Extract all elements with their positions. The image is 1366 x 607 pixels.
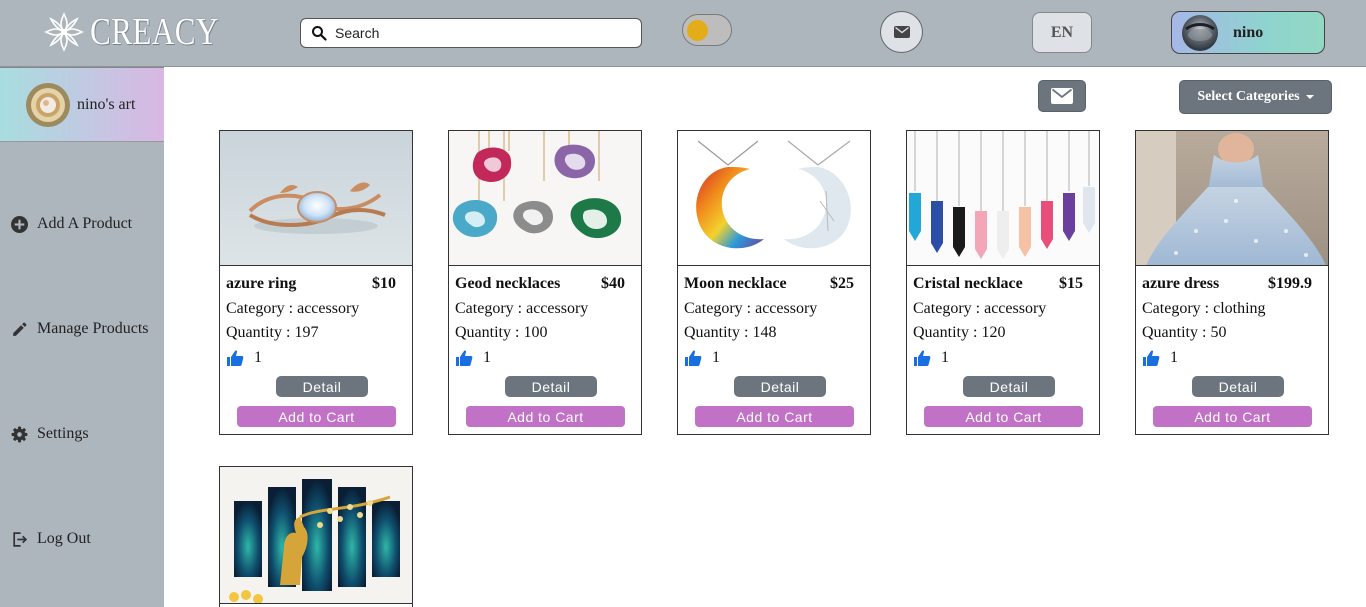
- message-button[interactable]: [1038, 80, 1086, 112]
- plus-circle-icon: [11, 215, 28, 233]
- product-likes[interactable]: 1: [455, 349, 491, 367]
- detail-button[interactable]: Detail: [963, 376, 1055, 397]
- envelope-icon: [893, 26, 910, 38]
- sidebar-item-logout[interactable]: Log Out: [11, 530, 91, 548]
- product-category: Category : accessory: [684, 300, 818, 317]
- add-to-cart-button[interactable]: Add to Cart: [924, 406, 1083, 427]
- product-quantity: Quantity : 120: [913, 324, 1006, 341]
- product-title: Geod necklaces: [455, 275, 561, 292]
- product-category: Category : accessory: [455, 300, 589, 317]
- add-to-cart-button[interactable]: Add to Cart: [1153, 406, 1312, 427]
- thumbs-up-icon: [685, 350, 702, 366]
- sidebar-item-label: Add A Product: [37, 215, 133, 232]
- product-quantity: Quantity : 197: [226, 324, 319, 341]
- messages-button[interactable]: [880, 11, 923, 53]
- sidebar-item-label: Log Out: [37, 530, 91, 547]
- product-image[interactable]: [678, 131, 870, 266]
- likes-count: 1: [1170, 349, 1178, 366]
- sidebar-item-add-product[interactable]: Add A Product: [11, 215, 132, 233]
- user-menu-button[interactable]: nino: [1171, 11, 1325, 54]
- detail-button[interactable]: Detail: [276, 376, 368, 397]
- product-title: Cristal necklace: [913, 275, 1023, 292]
- product-price: $15: [1059, 275, 1083, 292]
- sidebar-item-label: Manage Products: [37, 320, 149, 337]
- product-price: $25: [830, 275, 854, 292]
- add-to-cart-button[interactable]: Add to Cart: [237, 406, 396, 427]
- product-likes[interactable]: 1: [684, 349, 720, 367]
- detail-button[interactable]: Detail: [1192, 376, 1284, 397]
- product-title: azure ring: [226, 275, 297, 292]
- product-card: Cristal necklace $15 Category : accessor…: [906, 130, 1100, 435]
- theme-toggle[interactable]: [682, 14, 732, 46]
- likes-count: 1: [712, 349, 720, 366]
- logo-text: CREACY: [90, 11, 219, 53]
- product-image[interactable]: [220, 131, 412, 266]
- product-card: azure ring $10 Category : accessory Quan…: [219, 130, 413, 435]
- product-quantity: Quantity : 148: [684, 324, 777, 341]
- caret-down-icon: [1305, 95, 1314, 99]
- language-button[interactable]: EN: [1032, 12, 1092, 53]
- likes-count: 1: [941, 349, 949, 366]
- add-to-cart-button[interactable]: Add to Cart: [466, 406, 625, 427]
- product-price: $40: [601, 275, 625, 292]
- toggle-knob: [687, 20, 708, 41]
- envelope-icon: [1051, 88, 1073, 104]
- detail-button[interactable]: Detail: [734, 376, 826, 397]
- search-input[interactable]: [335, 25, 625, 41]
- product-card: Geod necklaces $40 Category : accessory …: [448, 130, 642, 435]
- sidebar: nino's art Add A Product Manage Products: [0, 67, 164, 607]
- thumbs-up-icon: [227, 350, 244, 366]
- select-categories-label: Select Categories: [1197, 89, 1300, 104]
- creacy-logo[interactable]: CREACY: [42, 8, 247, 56]
- user-name: nino: [1233, 23, 1264, 41]
- flower-logo-icon: [44, 12, 84, 52]
- pencil-icon: [13, 322, 27, 336]
- product-title: Moon necklace: [684, 275, 787, 292]
- likes-count: 1: [483, 349, 491, 366]
- sidebar-item-label: Settings: [37, 425, 89, 442]
- search-bar[interactable]: [300, 18, 642, 48]
- product-title: azure dress: [1142, 275, 1220, 292]
- thumbs-up-icon: [456, 350, 473, 366]
- shop-avatar: [26, 82, 70, 127]
- product-likes[interactable]: 1: [226, 349, 262, 367]
- select-categories-dropdown[interactable]: Select Categories: [1179, 80, 1332, 114]
- product-card: [219, 466, 413, 607]
- product-category: Category : accessory: [913, 300, 1047, 317]
- shop-name: nino's art: [77, 95, 136, 113]
- add-to-cart-button[interactable]: Add to Cart: [695, 406, 854, 427]
- sidebar-item-settings[interactable]: Settings: [11, 425, 89, 443]
- shop-profile[interactable]: nino's art: [0, 67, 164, 142]
- sidebar-item-manage-products[interactable]: Manage Products: [11, 320, 149, 338]
- logout-icon: [13, 531, 28, 547]
- product-image[interactable]: [220, 467, 412, 604]
- product-card: azure dress $199.9 Category : clothing Q…: [1135, 130, 1329, 435]
- thumbs-up-icon: [1143, 350, 1160, 366]
- product-quantity: Quantity : 100: [455, 324, 548, 341]
- product-card: Moon necklace $25 Category : accessory Q…: [677, 130, 871, 435]
- product-category: Category : clothing: [1142, 300, 1266, 317]
- product-image[interactable]: [907, 131, 1099, 266]
- product-category: Category : accessory: [226, 300, 360, 317]
- product-image[interactable]: [1136, 131, 1328, 266]
- user-avatar: [1182, 14, 1218, 51]
- product-likes[interactable]: 1: [913, 349, 949, 367]
- product-image[interactable]: [449, 131, 641, 266]
- product-quantity: Quantity : 50: [1142, 324, 1227, 341]
- top-header: CREACY EN: [0, 0, 1366, 67]
- search-icon: [312, 26, 327, 41]
- product-price: $10: [372, 275, 396, 292]
- likes-count: 1: [254, 349, 262, 366]
- detail-button[interactable]: Detail: [505, 376, 597, 397]
- product-likes[interactable]: 1: [1142, 349, 1178, 367]
- thumbs-up-icon: [914, 350, 931, 366]
- product-price: $199.9: [1268, 275, 1312, 292]
- gear-icon: [11, 426, 28, 442]
